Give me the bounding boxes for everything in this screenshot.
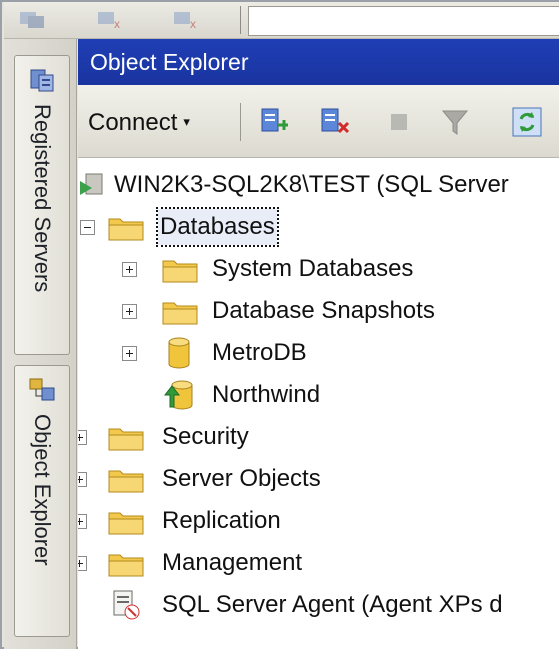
registered-servers-icon: [30, 69, 54, 92]
folder-icon: [162, 302, 198, 325]
tree-node-databases[interactable]: Databases: [78, 207, 559, 247]
tree-node-database-snapshots[interactable]: Database Snapshots: [78, 293, 559, 329]
database-upgrading-icon: [163, 380, 193, 410]
expand-icon[interactable]: [78, 514, 87, 529]
disconnect-icon[interactable]: [318, 105, 352, 139]
connect-label: Connect: [88, 109, 178, 136]
server-label: WIN2K3-SQL2K8\TEST (SQL Server: [114, 171, 509, 198]
tree-node-server-objects[interactable]: Server Objects: [78, 461, 559, 497]
tab-object-explorer[interactable]: Object Explorer: [14, 365, 70, 637]
folder-icon: [108, 554, 144, 577]
object-explorer-toolbar: Connect ▾: [78, 85, 559, 158]
window-frame: x x Registered Servers Object Explorer O…: [0, 0, 559, 649]
databases-label: Databases: [156, 207, 279, 247]
object-explorer-icon: [29, 378, 55, 401]
system-databases-label: System Databases: [212, 255, 414, 282]
object-explorer-tree: WIN2K3-SQL2K8\TEST (SQL Server Databases…: [78, 159, 559, 649]
refresh-icon[interactable]: [510, 105, 544, 139]
tree-node-management[interactable]: Management: [78, 545, 559, 581]
connect-button[interactable]: Connect ▾: [88, 105, 190, 139]
toolbar-combo[interactable]: [248, 6, 559, 36]
svg-text:x: x: [190, 17, 196, 30]
folder-icon: [108, 470, 144, 493]
connect-object-explorer-icon[interactable]: [258, 105, 292, 139]
sql-agent-icon: [113, 590, 140, 620]
tree-node-northwind[interactable]: Northwind: [78, 377, 559, 413]
collapse-icon[interactable]: [80, 220, 95, 235]
tab-registered-servers-label: Registered Servers: [30, 104, 55, 293]
object-explorer-panel: Object Explorer Connect ▾ WIN2K3-SQL2K8\…: [78, 39, 559, 649]
top-toolbar: x x: [4, 2, 559, 39]
expand-icon[interactable]: [78, 430, 87, 445]
security-label: Security: [162, 423, 249, 450]
tree-node-server[interactable]: WIN2K3-SQL2K8\TEST (SQL Server: [78, 167, 559, 203]
expand-icon[interactable]: [122, 304, 137, 319]
folder-icon: [108, 512, 144, 535]
folder-icon: [162, 260, 198, 283]
folder-icon: [108, 218, 144, 241]
database-icon: [168, 337, 190, 369]
expand-icon[interactable]: [78, 472, 87, 487]
toolbar-separator: [240, 6, 241, 34]
metrodb-label: MetroDB: [212, 339, 307, 366]
faded-toolbar-icon[interactable]: x: [172, 8, 202, 30]
faded-toolbar-icon[interactable]: x: [96, 8, 126, 30]
stop-icon[interactable]: [382, 105, 416, 139]
server-objects-label: Server Objects: [162, 465, 321, 492]
northwind-label: Northwind: [212, 381, 321, 408]
chevron-down-icon: ▾: [183, 114, 190, 129]
filter-icon[interactable]: [438, 105, 472, 139]
tree-node-system-databases[interactable]: System Databases: [78, 251, 559, 287]
panel-title: Object Explorer: [78, 39, 559, 85]
expand-icon[interactable]: [122, 262, 137, 277]
svg-text:x: x: [114, 17, 120, 30]
replication-label: Replication: [162, 507, 281, 534]
side-tab-strip: Registered Servers Object Explorer: [4, 39, 77, 649]
server-icon: [80, 173, 103, 195]
tree-node-security[interactable]: Security: [78, 419, 559, 455]
tree-node-sql-server-agent[interactable]: SQL Server Agent (Agent XPs d: [78, 587, 559, 623]
folder-icon: [108, 428, 144, 451]
database-snapshots-label: Database Snapshots: [212, 297, 435, 324]
tree-node-replication[interactable]: Replication: [78, 503, 559, 539]
toolbar-separator: [240, 103, 241, 141]
tab-registered-servers[interactable]: Registered Servers: [14, 55, 70, 355]
tree-node-metrodb[interactable]: MetroDB: [78, 335, 559, 371]
management-label: Management: [162, 549, 303, 576]
expand-icon[interactable]: [78, 556, 87, 571]
sql-server-agent-label: SQL Server Agent (Agent XPs d: [162, 591, 503, 618]
tab-object-explorer-label: Object Explorer: [30, 414, 55, 566]
expand-icon[interactable]: [122, 346, 137, 361]
faded-toolbar-icon[interactable]: [18, 8, 48, 30]
